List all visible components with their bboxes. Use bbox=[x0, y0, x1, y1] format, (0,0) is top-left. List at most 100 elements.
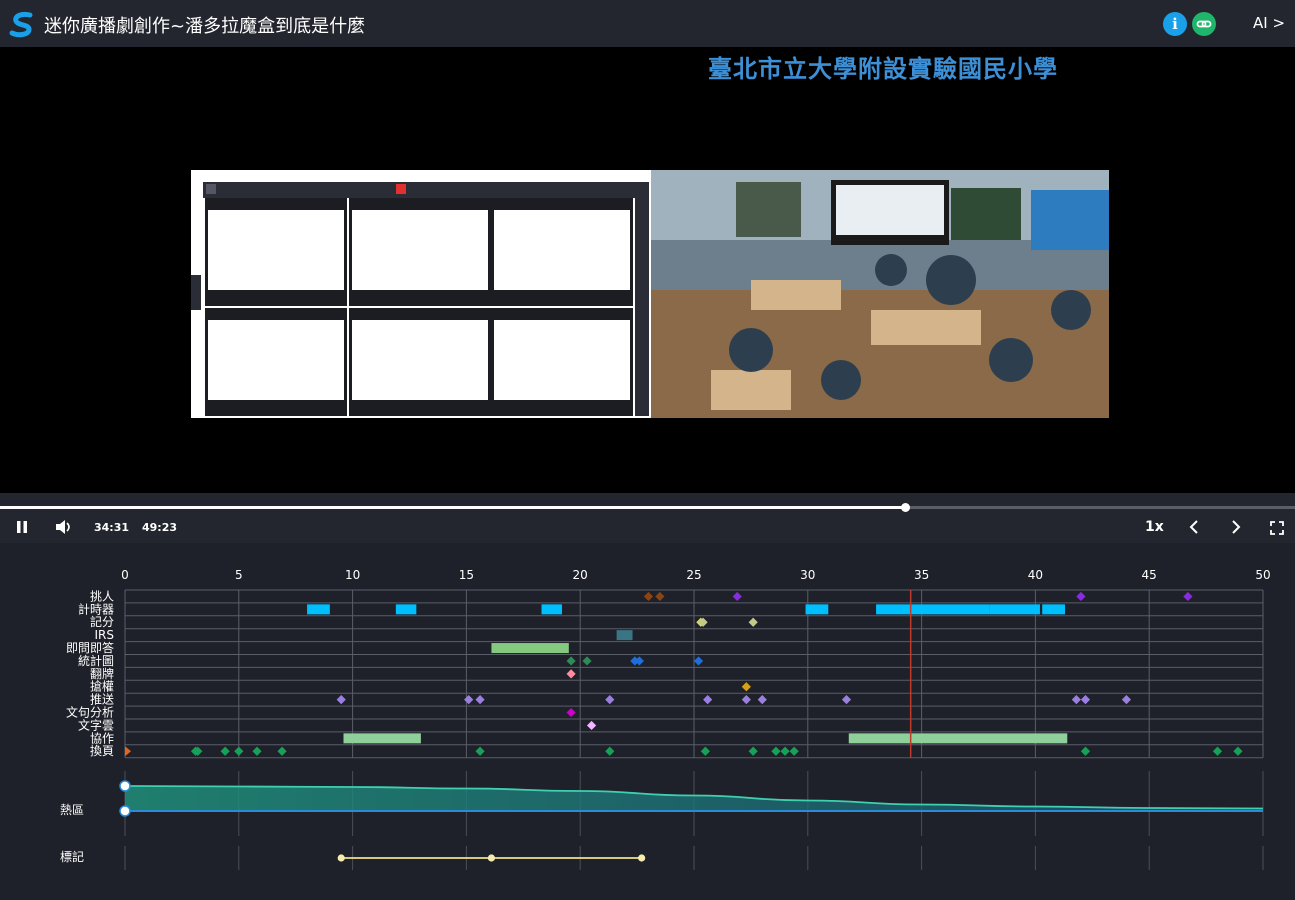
page-marker[interactable] bbox=[605, 746, 615, 756]
playback-speed-button[interactable]: 1x bbox=[1145, 519, 1164, 535]
row-label-flip: 翻牌 bbox=[90, 667, 114, 681]
video-frame bbox=[191, 170, 1109, 418]
x-tick-label: 40 bbox=[1028, 568, 1043, 582]
push-marker[interactable] bbox=[464, 695, 474, 705]
volume-icon[interactable] bbox=[55, 519, 73, 535]
ai-panel-button[interactable]: AI > bbox=[1253, 14, 1285, 32]
quiz-bar[interactable] bbox=[491, 643, 569, 654]
collab-bar[interactable] bbox=[343, 733, 421, 744]
page-marker[interactable] bbox=[220, 746, 230, 756]
irs-bar[interactable] bbox=[616, 630, 633, 641]
x-tick-label: 25 bbox=[686, 568, 701, 582]
page-title: 迷你廣播劇創作~潘多拉魔盒到底是什麼 bbox=[44, 16, 366, 37]
row-label-stats: 統計圖 bbox=[78, 653, 114, 668]
seek-bar-played bbox=[0, 506, 906, 509]
mark-point[interactable] bbox=[337, 854, 345, 862]
page-marker[interactable] bbox=[789, 746, 799, 756]
push-marker[interactable] bbox=[703, 695, 713, 705]
row-label-collab: 協作 bbox=[90, 730, 114, 745]
timer-bar[interactable] bbox=[395, 604, 417, 615]
row-label-buzz: 搶權 bbox=[90, 679, 114, 694]
event-timeline-panel: 0 5 10 15 20 25 30 35 40 45 50 挑人 計時器 記分 IRS 即問即答 統計圖 翻牌搶… bbox=[0, 543, 1295, 896]
heat-handle-bottom[interactable] bbox=[119, 805, 131, 817]
timer-bar[interactable] bbox=[989, 604, 1040, 615]
video-player[interactable]: 臺北市立大學附設實驗國民小學 bbox=[0, 47, 1295, 493]
row-label-score: 記分 bbox=[90, 614, 114, 629]
pick-marker[interactable] bbox=[643, 591, 654, 602]
page-marker[interactable] bbox=[252, 746, 262, 756]
push-marker[interactable] bbox=[336, 695, 346, 705]
link-icon[interactable] bbox=[1192, 12, 1216, 36]
push-marker[interactable] bbox=[1121, 695, 1132, 705]
timer-bar[interactable] bbox=[805, 604, 829, 615]
start-marker bbox=[125, 746, 131, 757]
row-label-quiz: 即問即答 bbox=[66, 640, 114, 655]
pick-marker[interactable] bbox=[1076, 591, 1086, 602]
page-marker[interactable] bbox=[1233, 746, 1243, 756]
score-marker[interactable] bbox=[748, 617, 758, 627]
stats-marker[interactable] bbox=[693, 656, 704, 666]
pick-marker[interactable] bbox=[1183, 591, 1193, 602]
row-label-irs: IRS bbox=[95, 628, 115, 642]
push-marker[interactable] bbox=[757, 695, 767, 705]
school-name-watermark: 臺北市立大學附設實驗國民小學 bbox=[708, 55, 1058, 83]
pick-marker[interactable] bbox=[655, 591, 665, 602]
x-tick-label: 15 bbox=[459, 568, 474, 582]
wordcloud-marker[interactable] bbox=[586, 720, 597, 731]
timer-bar[interactable] bbox=[1042, 604, 1065, 615]
push-marker[interactable] bbox=[841, 695, 852, 705]
page-marker[interactable] bbox=[700, 746, 710, 756]
page-marker[interactable] bbox=[234, 746, 244, 756]
x-tick-label: 20 bbox=[573, 568, 588, 582]
timer-bar[interactable] bbox=[541, 604, 562, 615]
x-tick-label: 10 bbox=[345, 568, 360, 582]
push-marker[interactable] bbox=[1080, 695, 1091, 705]
chevron-left-icon[interactable] bbox=[1188, 520, 1200, 534]
push-marker[interactable] bbox=[605, 695, 615, 705]
page-marker[interactable] bbox=[277, 746, 287, 756]
total-time: 49:23 bbox=[142, 521, 178, 534]
heat-handle-top[interactable] bbox=[119, 780, 131, 792]
fullscreen-icon[interactable] bbox=[1270, 521, 1284, 535]
x-tick-label: 30 bbox=[800, 568, 815, 582]
text_analysis-marker[interactable] bbox=[566, 707, 576, 718]
collab-bar[interactable] bbox=[848, 733, 1068, 744]
app-logo-icon bbox=[9, 11, 33, 38]
push-marker[interactable] bbox=[1071, 695, 1081, 705]
page-marker[interactable] bbox=[1212, 746, 1223, 756]
stats-marker[interactable] bbox=[566, 656, 576, 666]
seek-handle[interactable] bbox=[901, 503, 911, 512]
page-marker[interactable] bbox=[780, 746, 790, 756]
top-bar: 迷你廣播劇創作~潘多拉魔盒到底是什麼 i AI > bbox=[0, 0, 1295, 47]
x-tick-label: 35 bbox=[914, 568, 929, 582]
mark-point[interactable] bbox=[638, 854, 646, 862]
row-label-pick: 挑人 bbox=[90, 589, 114, 603]
page-marker[interactable] bbox=[475, 746, 485, 756]
push-marker[interactable] bbox=[475, 695, 485, 705]
mark-point[interactable] bbox=[487, 854, 496, 862]
x-tick-label: 5 bbox=[235, 568, 243, 582]
page-marker[interactable] bbox=[1080, 746, 1091, 756]
flip-marker[interactable] bbox=[566, 669, 576, 679]
page-marker[interactable] bbox=[771, 746, 781, 756]
x-tick-label: 45 bbox=[1142, 568, 1157, 582]
page-marker[interactable] bbox=[748, 746, 758, 756]
x-tick-label: 0 bbox=[121, 568, 129, 582]
video-frame-image bbox=[191, 170, 1109, 418]
push-marker[interactable] bbox=[741, 695, 751, 705]
info-icon[interactable]: i bbox=[1163, 12, 1187, 36]
mark-label: 標記 bbox=[60, 849, 84, 864]
row-label-timer: 計時器 bbox=[78, 601, 114, 616]
stats-marker[interactable] bbox=[582, 656, 592, 666]
timer-bar[interactable] bbox=[876, 604, 990, 615]
x-tick-label: 50 bbox=[1255, 568, 1270, 582]
chevron-right-icon[interactable] bbox=[1230, 520, 1242, 534]
heat-label: 熱區 bbox=[60, 803, 84, 817]
row-label-page: 換頁 bbox=[90, 744, 114, 758]
timer-bar[interactable] bbox=[307, 604, 330, 615]
event-timeline-chart[interactable]: 0 5 10 15 20 25 30 35 40 45 50 挑人計時器記分IRS即問即答統計圖翻牌搶… bbox=[0, 543, 1295, 896]
pause-icon[interactable] bbox=[15, 520, 29, 534]
current-time: 34:31 bbox=[94, 521, 130, 534]
pick-marker[interactable] bbox=[732, 591, 742, 602]
buzz-marker[interactable] bbox=[741, 682, 751, 692]
